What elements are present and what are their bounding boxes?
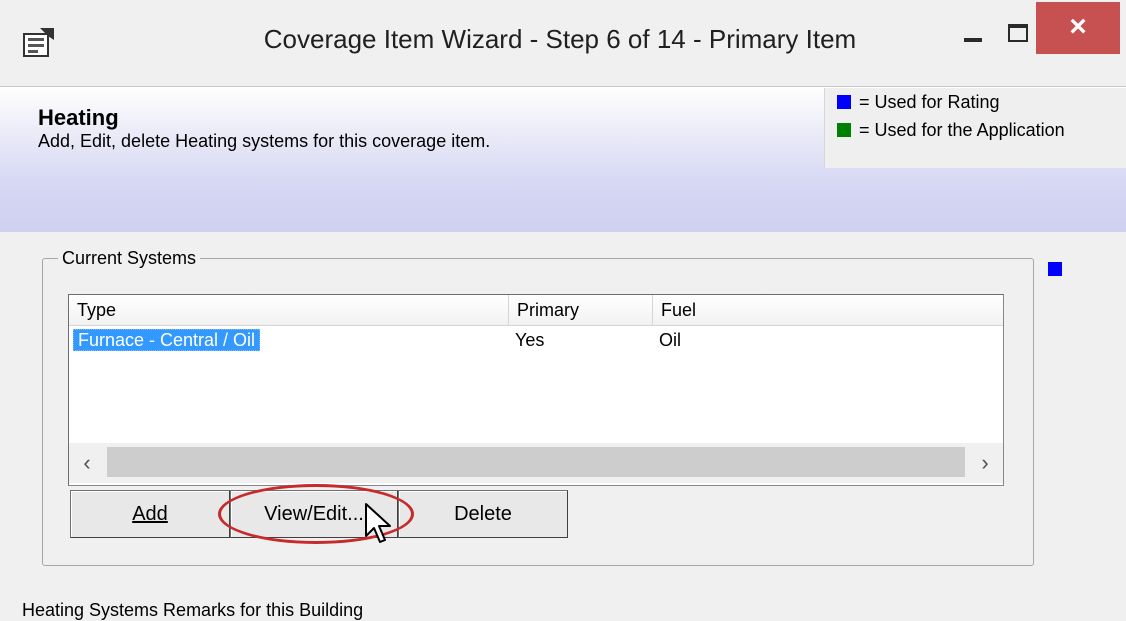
close-icon: × bbox=[1069, 10, 1087, 43]
title-bar: Coverage Item Wizard - Step 6 of 14 - Pr… bbox=[0, 0, 1126, 87]
rating-swatch bbox=[837, 95, 851, 109]
column-header-fuel[interactable]: Fuel bbox=[653, 295, 1003, 325]
scroll-right-icon[interactable]: › bbox=[967, 443, 1003, 483]
column-header-primary[interactable]: Primary bbox=[509, 295, 653, 325]
current-systems-label: Current Systems bbox=[58, 248, 201, 269]
legend-application-label: = Used for the Application bbox=[859, 120, 1065, 140]
legend-rating-label: = Used for Rating bbox=[859, 92, 1000, 112]
cell-fuel: Oil bbox=[659, 330, 681, 350]
cell-type: Furnace - Central / Oil bbox=[73, 327, 261, 353]
minimize-icon bbox=[964, 38, 982, 42]
window-title: Coverage Item Wizard - Step 6 of 14 - Pr… bbox=[263, 24, 857, 54]
minimize-button[interactable] bbox=[940, 0, 1002, 56]
delete-button-label: Delete bbox=[454, 503, 512, 525]
heating-systems-list[interactable]: Type Primary Fuel Furnace - Central / Oi… bbox=[68, 294, 1004, 486]
column-header-type[interactable]: Type bbox=[69, 295, 509, 325]
add-button-label: Add bbox=[132, 503, 168, 525]
delete-button[interactable]: Delete bbox=[398, 490, 568, 538]
maximize-icon bbox=[1008, 24, 1028, 42]
scroll-left-icon[interactable]: ‹ bbox=[69, 443, 105, 483]
mouse-cursor-icon bbox=[365, 503, 391, 543]
page-title: Heating bbox=[38, 105, 119, 130]
legend-rating: = Used for Rating bbox=[837, 92, 1000, 113]
wizard-window-icon bbox=[23, 28, 54, 57]
scroll-thumb[interactable] bbox=[107, 447, 965, 477]
list-header: Type Primary Fuel bbox=[69, 295, 1003, 326]
horizontal-scrollbar[interactable]: ‹ › bbox=[69, 443, 1003, 483]
add-button[interactable]: Add bbox=[70, 490, 230, 538]
page-subtitle: Add, Edit, delete Heating systems for th… bbox=[38, 131, 491, 151]
legend-application: = Used for the Application bbox=[837, 120, 1065, 141]
selected-type-text: Furnace - Central / Oil bbox=[73, 329, 261, 351]
close-button[interactable]: × bbox=[1036, 2, 1120, 54]
color-legend: = Used for Rating = Used for the Applica… bbox=[824, 88, 1126, 168]
rating-indicator bbox=[1048, 262, 1062, 276]
list-item[interactable]: Furnace - Central / Oil Yes Oil bbox=[69, 327, 1003, 353]
application-swatch bbox=[837, 123, 851, 137]
remarks-label: Heating Systems Remarks for this Buildin… bbox=[22, 600, 364, 620]
cell-primary: Yes bbox=[515, 330, 545, 350]
